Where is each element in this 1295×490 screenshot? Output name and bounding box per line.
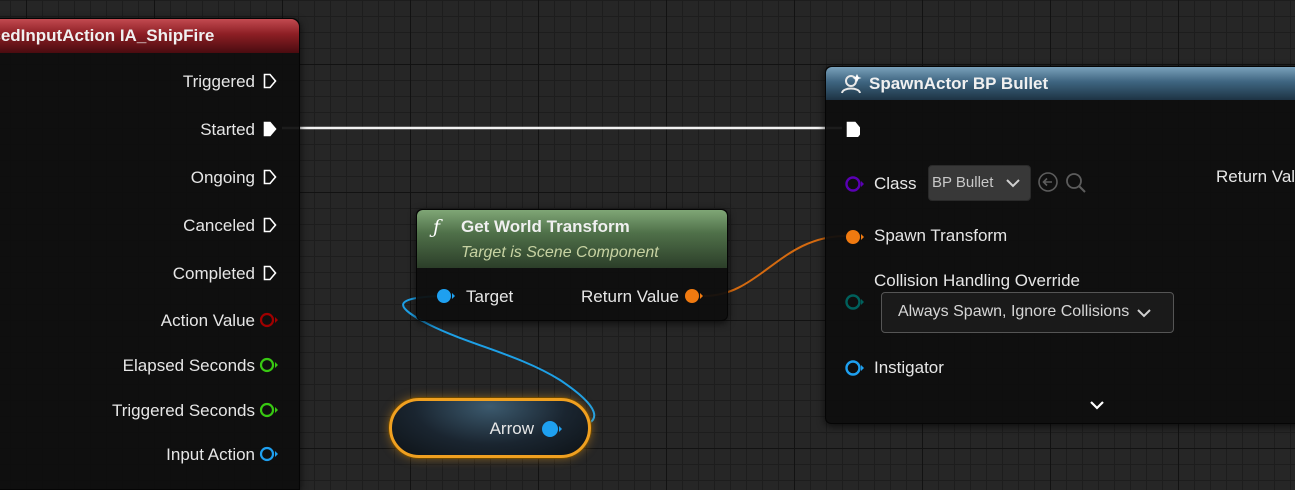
collision-handling-input-pin[interactable] <box>844 292 868 312</box>
get-world-transform-header[interactable]: ƒ Get World Transform Target is Scene Co… <box>417 210 727 268</box>
collision-handling-label: Collision Handling Override <box>874 271 1080 290</box>
exec-pin-ongoing[interactable] <box>263 169 277 185</box>
target-pin-label: Target <box>466 287 514 306</box>
data-pin-input-action[interactable] <box>259 445 281 463</box>
class-dropdown-value: BP Bullet <box>932 174 994 191</box>
enhanced-input-action-node[interactable]: ncedInputAction IA_ShipFire Triggered St… <box>0 18 300 490</box>
collision-handling-value: Always Spawn, Ignore Collisions <box>898 303 1130 320</box>
collision-handling-dropdown[interactable]: Always Spawn, Ignore Collisions <box>881 292 1174 333</box>
instigator-pin-label: Instigator <box>874 358 944 377</box>
exec-pin-started[interactable] <box>263 121 277 137</box>
class-input-pin[interactable] <box>844 174 868 194</box>
pin-label-ongoing: Ongoing <box>190 168 255 187</box>
class-dropdown[interactable]: BP Bullet <box>928 165 1031 201</box>
instigator-input-pin[interactable] <box>844 358 868 378</box>
pin-label-input-action: Input Action <box>166 445 255 464</box>
event-node-title: ncedInputAction IA_ShipFire <box>0 26 215 45</box>
use-selected-asset-icon[interactable] <box>1037 171 1059 193</box>
spawn-transform-pin-label: Spawn Transform <box>874 226 1008 245</box>
expand-advanced-chevron-icon[interactable] <box>1088 399 1106 413</box>
event-node-header[interactable]: ncedInputAction IA_ShipFire <box>0 19 299 53</box>
data-pin-elapsed-seconds[interactable] <box>259 356 281 374</box>
pin-label-completed: Completed <box>172 264 255 283</box>
spawn-actor-icon <box>841 74 862 94</box>
return-value-pin-label: Return Value <box>581 287 679 306</box>
exec-pin-triggered[interactable] <box>263 73 277 89</box>
spawn-actor-header[interactable]: SpawnActor BP Bullet <box>826 67 1295 100</box>
pin-label-elapsed-seconds: Elapsed Seconds <box>122 356 255 375</box>
pin-label-triggered: Triggered <box>182 72 255 91</box>
spawn-transform-input-pin[interactable] <box>844 227 868 247</box>
spawn-actor-title: SpawnActor BP Bullet <box>869 74 1049 93</box>
return-value-output-label: Return Val <box>1216 167 1295 186</box>
data-pin-triggered-seconds[interactable] <box>259 401 281 419</box>
target-input-pin[interactable] <box>435 287 459 305</box>
get-world-transform-node[interactable]: ƒ Get World Transform Target is Scene Co… <box>416 209 728 321</box>
function-icon: ƒ <box>433 216 441 238</box>
pin-label-triggered-seconds: Triggered Seconds <box>111 401 255 420</box>
data-pin-action-value[interactable] <box>259 311 281 329</box>
spawn-exec-input-pin[interactable] <box>846 121 860 137</box>
get-world-transform-subtitle: Target is Scene Component <box>461 244 659 261</box>
chevron-down-icon <box>1137 309 1151 318</box>
chevron-down-icon <box>1006 179 1020 188</box>
browse-search-icon[interactable] <box>1064 171 1088 195</box>
arrow-output-pin[interactable] <box>540 419 566 439</box>
return-value-output-pin[interactable] <box>683 287 707 305</box>
get-world-transform-title: Get World Transform <box>461 217 630 236</box>
exec-pin-canceled[interactable] <box>263 217 277 233</box>
spawn-actor-node[interactable]: SpawnActor BP Bullet Class Return Val Sp… <box>825 66 1295 424</box>
arrow-variable-node[interactable]: Arrow <box>389 398 591 458</box>
exec-pin-completed[interactable] <box>263 265 277 281</box>
arrow-node-label: Arrow <box>489 419 534 438</box>
class-pin-label: Class <box>874 174 917 193</box>
pin-label-started: Started <box>200 120 255 139</box>
pin-label-action-value: Action Value <box>160 311 255 330</box>
pin-label-canceled: Canceled <box>183 216 255 235</box>
